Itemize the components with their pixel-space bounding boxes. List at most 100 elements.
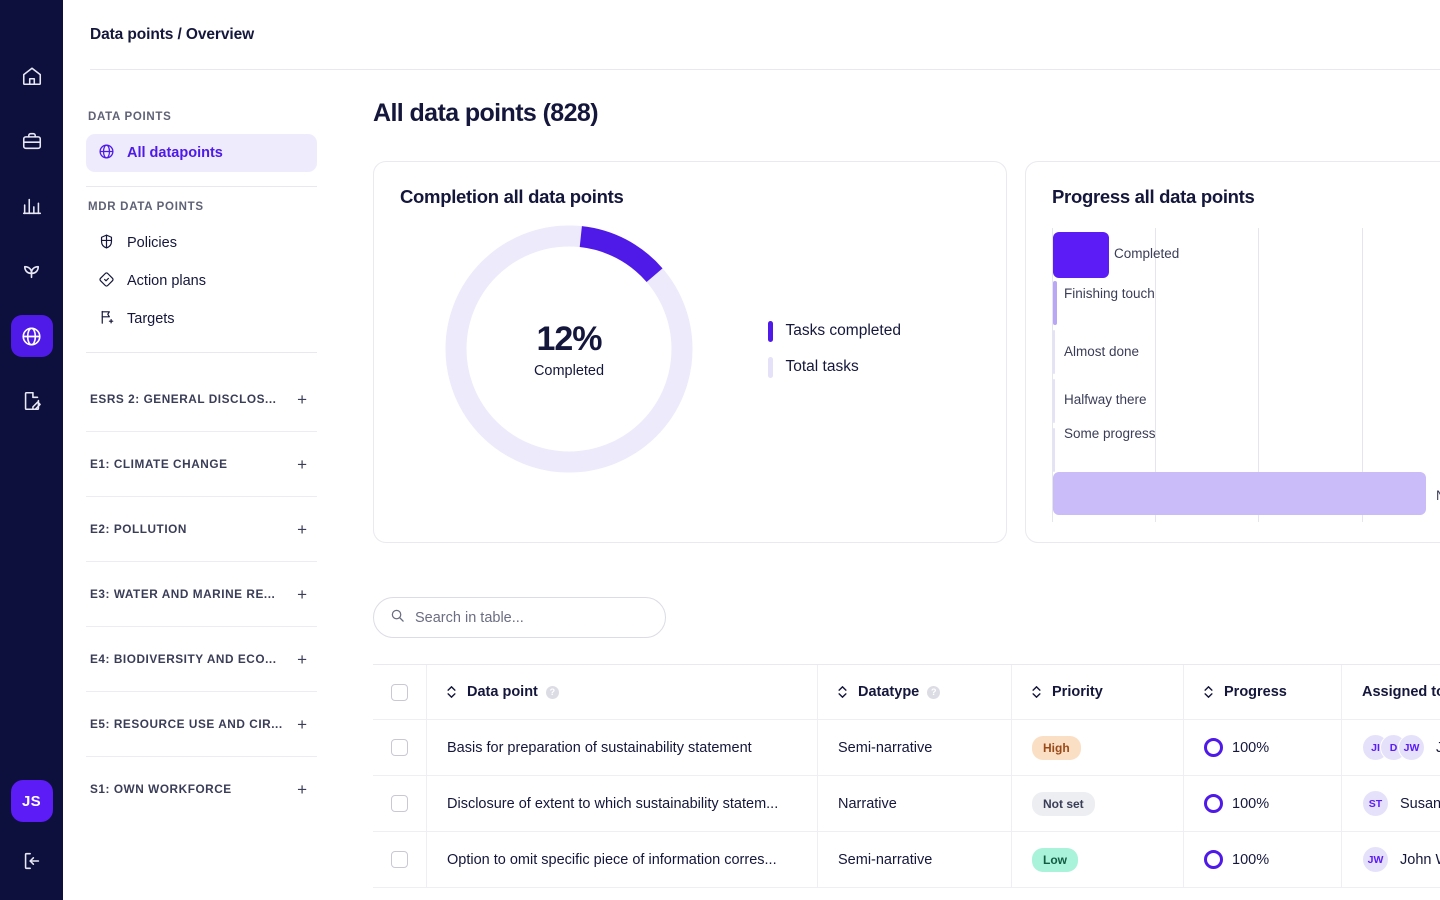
- sidebar-group-e5[interactable]: E5: RESOURCE USE AND CIR... +: [86, 692, 317, 756]
- sidebar-item-all-datapoints[interactable]: All datapoints: [86, 134, 317, 172]
- leaf-icon[interactable]: [11, 250, 53, 292]
- cell-progress: 100%: [1184, 776, 1342, 831]
- search-box[interactable]: [373, 597, 666, 638]
- column-label: Progress: [1224, 684, 1287, 700]
- expand-plus-icon[interactable]: +: [297, 781, 313, 798]
- bar-fill: [1053, 330, 1055, 374]
- bar-almost-done[interactable]: [1053, 330, 1055, 374]
- column-header-datatype[interactable]: Datatype ?: [818, 665, 1012, 719]
- expand-plus-icon[interactable]: +: [297, 521, 313, 538]
- column-header-data-point[interactable]: Data point ?: [427, 665, 818, 719]
- row-checkbox[interactable]: [391, 795, 408, 812]
- sidebar-group-e1[interactable]: E1: CLIMATE CHANGE +: [86, 432, 317, 496]
- column-header-assigned-to[interactable]: Assigned to: [1342, 665, 1440, 719]
- app-root: JS Data points / Overview DATA POINTS Al…: [0, 0, 1440, 900]
- sort-icon[interactable]: [838, 686, 847, 698]
- target-flag-icon: [98, 309, 115, 330]
- bar-label-not-started: Not started: [1436, 488, 1440, 504]
- donut-chart: 12% Completed: [436, 216, 702, 482]
- bar-plot-area: Completed Finishing touch Almost done Ha…: [1052, 226, 1440, 526]
- sidebar-divider: [86, 186, 317, 187]
- bar-finishing-touch[interactable]: [1053, 281, 1057, 325]
- sidebar-group-e3[interactable]: E3: WATER AND MARINE RE... +: [86, 562, 317, 626]
- sort-icon[interactable]: [1032, 686, 1041, 698]
- row-checkbox[interactable]: [391, 851, 408, 868]
- cell-data-point: Disclosure of extent to which sustainabi…: [427, 776, 818, 831]
- avatar-group[interactable]: ST: [1362, 790, 1389, 817]
- bar-some-progress[interactable]: [1053, 428, 1055, 472]
- column-header-priority[interactable]: Priority: [1012, 665, 1184, 719]
- assignee-name: John Mil: [1436, 739, 1440, 756]
- legend-item-tasks-completed: Tasks completed: [768, 320, 901, 342]
- progress-indicator: 100%: [1204, 738, 1269, 757]
- bar-chart-icon[interactable]: [11, 185, 53, 227]
- help-icon[interactable]: ?: [545, 685, 559, 699]
- briefcase-icon[interactable]: [11, 120, 53, 162]
- column-label: Assigned to: [1362, 684, 1440, 700]
- progress-ring-icon: [1204, 794, 1223, 813]
- row-select-cell: [373, 776, 427, 831]
- globe-icon: [98, 143, 115, 164]
- cell-value: Semi-narrative: [838, 851, 933, 868]
- user-avatar[interactable]: JS: [10, 780, 53, 822]
- bar-completed[interactable]: [1053, 232, 1109, 278]
- bar-halfway-there[interactable]: [1053, 379, 1055, 423]
- sidebar-group-s1[interactable]: S1: OWN WORKFORCE +: [86, 757, 317, 821]
- data-points-table: Data point ? Datatype ? Priority Progres…: [373, 664, 1440, 888]
- status-badge: High: [1032, 735, 1081, 760]
- sidebar-item-policies[interactable]: Policies: [86, 224, 317, 262]
- sidebar-item-targets[interactable]: Targets: [86, 300, 317, 338]
- select-all-checkbox[interactable]: [391, 683, 408, 701]
- page: Data points / Overview DATA POINTS All d…: [63, 0, 1440, 900]
- donut-legend: Tasks completed Total tasks: [768, 320, 901, 378]
- avatar-group[interactable]: JI D JW: [1362, 734, 1425, 761]
- globe-icon[interactable]: [10, 315, 53, 357]
- sort-icon[interactable]: [1204, 686, 1213, 698]
- sidebar-item-label: Policies: [127, 235, 177, 251]
- table-toolbar: Edit table: [373, 597, 1440, 638]
- donut-chart-wrap: 12% Completed Tasks completed Total task…: [400, 216, 980, 482]
- sidebar-group-label: S1: OWN WORKFORCE: [90, 782, 232, 796]
- expand-plus-icon[interactable]: +: [297, 391, 313, 408]
- progress-value: 100%: [1232, 739, 1270, 756]
- progress-card-title: Progress all data points: [1052, 186, 1255, 207]
- sidebar-item-label: All datapoints: [127, 145, 223, 161]
- bar-fill: [1053, 428, 1055, 472]
- logout-icon[interactable]: [11, 840, 53, 882]
- sidebar-group-list: ESRS 2: GENERAL DISCLOS... + E1: CLIMATE…: [86, 367, 317, 821]
- search-icon: [390, 608, 405, 628]
- progress-indicator: 100%: [1204, 794, 1269, 813]
- column-header-progress[interactable]: Progress: [1184, 665, 1342, 719]
- legend-label: Total tasks: [785, 358, 859, 375]
- sidebar-group-e2[interactable]: E2: POLLUTION +: [86, 497, 317, 561]
- avatar-group[interactable]: JW: [1362, 846, 1389, 873]
- bar-fill: [1053, 472, 1426, 515]
- table-row[interactable]: Option to omit specific piece of informa…: [373, 832, 1440, 888]
- sidebar-group-esrs2[interactable]: ESRS 2: GENERAL DISCLOS... +: [86, 367, 317, 431]
- expand-plus-icon[interactable]: +: [297, 586, 313, 603]
- file-edit-icon[interactable]: [11, 380, 53, 422]
- search-input[interactable]: [415, 609, 649, 626]
- sort-icon[interactable]: [447, 686, 456, 698]
- sidebar-group-e4[interactable]: E4: BIODIVERSITY AND ECO... +: [86, 627, 317, 691]
- expand-plus-icon[interactable]: +: [297, 456, 313, 473]
- home-icon[interactable]: [11, 55, 53, 97]
- row-select-cell: [373, 832, 427, 887]
- row-checkbox[interactable]: [391, 739, 408, 756]
- secondary-sidebar: DATA POINTS All datapoints MDR DATA POIN…: [63, 69, 340, 900]
- assignee-name: Susan Thomp: [1400, 795, 1440, 812]
- table-header-row: Data point ? Datatype ? Priority Progres…: [373, 665, 1440, 720]
- sidebar-group-label: E4: BIODIVERSITY AND ECO...: [90, 652, 277, 666]
- table-row[interactable]: Disclosure of extent to which sustainabi…: [373, 776, 1440, 832]
- sidebar-item-action-plans[interactable]: Action plans: [86, 262, 317, 300]
- table-row[interactable]: Basis for preparation of sustainability …: [373, 720, 1440, 776]
- bar-label-halfway-there: Halfway there: [1064, 392, 1147, 407]
- legend-item-total-tasks: Total tasks: [768, 356, 901, 378]
- cell-datatype: Semi-narrative: [818, 832, 1012, 887]
- expand-plus-icon[interactable]: +: [297, 716, 313, 733]
- progress-value: 100%: [1232, 795, 1270, 812]
- expand-plus-icon[interactable]: +: [297, 651, 313, 668]
- progress-card: Progress all data points Completed Finis…: [1025, 161, 1440, 543]
- help-icon[interactable]: ?: [927, 685, 941, 699]
- bar-not-started[interactable]: [1053, 472, 1426, 515]
